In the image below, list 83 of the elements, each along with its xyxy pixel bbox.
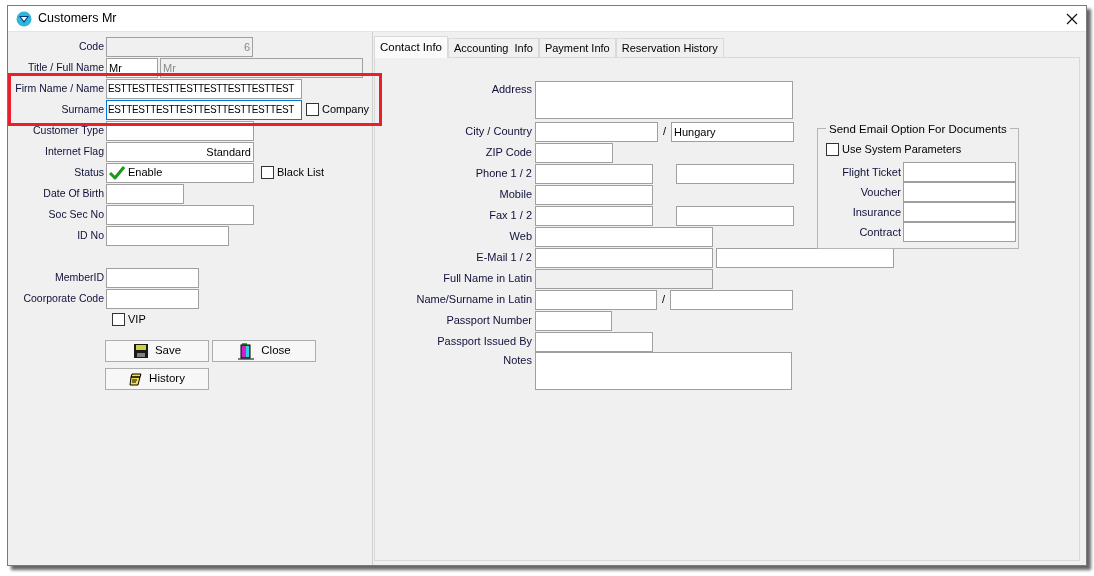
check-icon (109, 165, 125, 180)
save-button[interactable]: Save (105, 340, 209, 362)
input-field[interactable] (903, 162, 1016, 182)
input-field[interactable] (535, 184, 653, 205)
status-field[interactable]: Enable (106, 162, 254, 183)
input-field[interactable] (535, 226, 713, 247)
tab[interactable]: Reservation History (615, 38, 724, 57)
field-label: MemberID (54, 269, 105, 285)
input-field[interactable] (106, 204, 254, 225)
checkbox-label: Use System Parameters (842, 141, 962, 157)
input-field[interactable]: Standard (106, 141, 254, 162)
field-label: Name/Surname in Latin (415, 292, 533, 308)
field-label: Customer Type (32, 122, 105, 138)
close-icon[interactable] (1066, 12, 1078, 25)
tab[interactable]: Accounting Info (448, 38, 539, 57)
input-field[interactable] (535, 310, 612, 331)
input-field[interactable] (106, 225, 229, 246)
field-label: Contract (858, 224, 902, 240)
field-label: Phone 1 / 2 (474, 166, 533, 182)
input-field[interactable] (106, 267, 199, 288)
field-label: Insurance (851, 204, 902, 220)
close-button[interactable]: Close (212, 340, 316, 362)
input-field[interactable] (670, 289, 793, 310)
input-field[interactable] (903, 182, 1016, 202)
checkbox[interactable] (306, 103, 319, 116)
input-field[interactable] (535, 289, 657, 310)
field-label: Coorporate Code (22, 290, 105, 306)
checkbox[interactable] (826, 142, 839, 156)
field-label: ZIP Code (484, 145, 533, 161)
field-label: Notes (502, 353, 533, 368)
checkbox[interactable] (112, 313, 125, 326)
input-field[interactable] (903, 222, 1016, 242)
tab[interactable]: Payment Info (538, 38, 616, 57)
separator: / (661, 124, 668, 140)
field-label: Code (77, 38, 105, 54)
input-field[interactable] (535, 247, 713, 268)
field-label: Fax 1 / 2 (488, 208, 533, 224)
input-field[interactable]: Hungary (671, 121, 794, 142)
field-label: City / Country (464, 124, 533, 140)
history-button[interactable]: History (105, 368, 209, 390)
input-field[interactable] (535, 121, 658, 142)
field-label: E-Mail 1 / 2 (475, 250, 533, 266)
field-label: Voucher (859, 184, 902, 200)
input-field[interactable] (106, 120, 254, 141)
scroll-icon (129, 372, 144, 386)
field-label: Mobile (498, 187, 533, 203)
input-field[interactable] (106, 288, 199, 309)
input-field[interactable] (676, 163, 794, 184)
field-label: Internet Flag (44, 143, 105, 159)
input-field[interactable] (903, 202, 1016, 222)
field-label: Address (490, 82, 533, 97)
field-label: Flight Ticket (841, 164, 902, 180)
input-field[interactable] (106, 183, 184, 204)
field-label: Date Of Birth (42, 185, 105, 201)
window-title: Customers Mr (38, 10, 117, 28)
field-label: Surname (60, 101, 105, 117)
field-label: Firm Name / Name (14, 80, 105, 96)
door-icon (237, 342, 256, 360)
field-label: Soc Sec No (47, 206, 105, 222)
input-field[interactable] (535, 163, 653, 184)
input-field[interactable]: ESTTESTTESTTESTTESTTESTTESTTEST (106, 99, 302, 120)
input-field[interactable] (676, 205, 794, 226)
checkbox-label: Company (322, 102, 370, 118)
input-field[interactable]: ESTTESTTESTTESTTESTTESTTESTTEST (106, 78, 302, 99)
separator: / (660, 292, 667, 308)
checkbox-label: Black List (277, 165, 325, 181)
input-field[interactable] (535, 331, 653, 352)
app-icon (16, 10, 32, 27)
field-label: ID No (76, 227, 105, 243)
checkbox-label: VIP (128, 312, 146, 328)
field-label: Status (73, 164, 105, 180)
text-area[interactable] (535, 352, 792, 390)
field-label: Full Name in Latin (442, 271, 533, 287)
input-field[interactable] (535, 205, 653, 226)
input-field[interactable] (535, 142, 613, 163)
input-field[interactable] (716, 247, 894, 268)
checkbox[interactable] (261, 166, 274, 179)
text-area[interactable] (535, 81, 793, 119)
field-label: Title / Full Name (26, 59, 105, 75)
tab[interactable]: Contact Info (374, 36, 448, 58)
field-label: Passport Issued By (436, 334, 533, 350)
field-label: Web (508, 229, 533, 245)
field-label: Passport Number (445, 313, 533, 329)
